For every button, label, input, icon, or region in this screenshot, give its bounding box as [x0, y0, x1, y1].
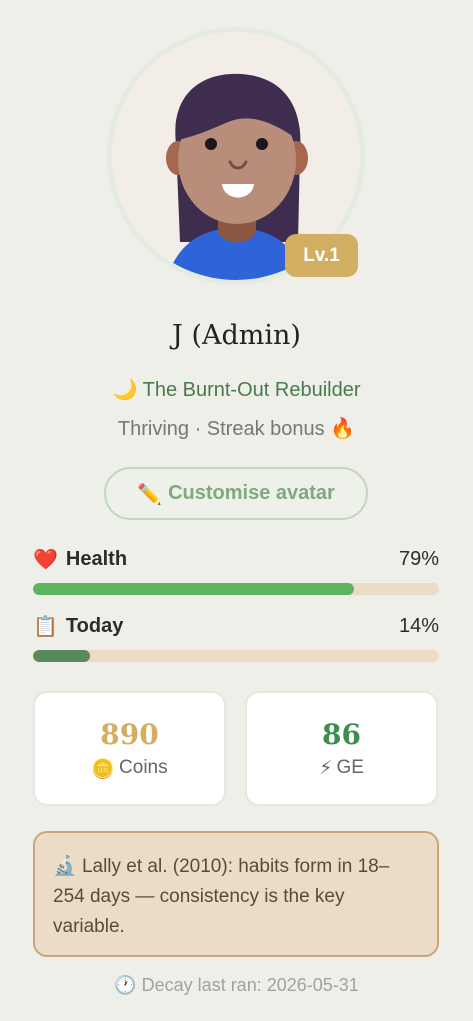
archetype-label: The Burnt-Out Rebuilder [142, 379, 361, 401]
decay-status: 🕐 Decay last ran: 2026-05-31 [0, 975, 473, 996]
today-bar [33, 650, 439, 662]
status-line: Thriving · Streak bonus 🔥 [0, 416, 473, 441]
user-name: J (Admin) [172, 320, 301, 351]
today-label: 📋 Today [33, 614, 123, 638]
level-badge: Lv.1 [285, 234, 358, 277]
status-text: Thriving · Streak bonus [117, 418, 325, 440]
health-row: ❤️ Health 79% [33, 547, 439, 571]
pencil-icon: ✏️ [137, 481, 163, 506]
health-bar [33, 583, 439, 595]
customise-avatar-button[interactable]: ✏️ Customise avatar [104, 467, 368, 520]
moon-icon: 🌙 [112, 377, 138, 401]
research-tip-text: Lally et al. (2010): habits form in 18–2… [53, 856, 390, 937]
heart-icon: ❤️ [33, 547, 58, 571]
today-bar-fill [33, 650, 90, 662]
research-tip: 🔬 Lally et al. (2010): habits form in 18… [33, 831, 439, 957]
clock-icon: 🕐 [114, 975, 137, 996]
ge-value: 86 [322, 718, 361, 751]
fire-icon: 🔥 [330, 416, 356, 440]
coins-label-row: 🪙 Coins [91, 757, 167, 780]
ge-label: GE [336, 757, 364, 778]
coins-value: 890 [100, 717, 159, 751]
coin-icon: 🪙 [91, 757, 116, 780]
decay-status-text: Decay last ran: 2026-05-31 [141, 975, 359, 995]
health-label-text: Health [65, 547, 128, 570]
coins-card: 890 🪙 Coins [33, 691, 226, 806]
ge-label-row: ⚡ GE [319, 757, 364, 779]
customise-avatar-label: Customise avatar [168, 482, 335, 504]
today-row: 📋 Today 14% [33, 614, 439, 638]
today-label-text: Today [65, 614, 124, 637]
coins-label: Coins [119, 757, 168, 778]
ge-card: 86 ⚡ GE [245, 691, 438, 806]
archetype-line: 🌙 The Burnt-Out Rebuilder [0, 377, 473, 402]
health-bar-fill [33, 583, 354, 595]
today-value: 14% [398, 614, 439, 637]
health-value: 79% [398, 547, 439, 570]
microscope-icon: 🔬 [53, 855, 77, 877]
lightning-icon: ⚡ [319, 757, 333, 779]
clipboard-icon: 📋 [33, 614, 58, 638]
health-label: ❤️ Health [33, 547, 127, 571]
